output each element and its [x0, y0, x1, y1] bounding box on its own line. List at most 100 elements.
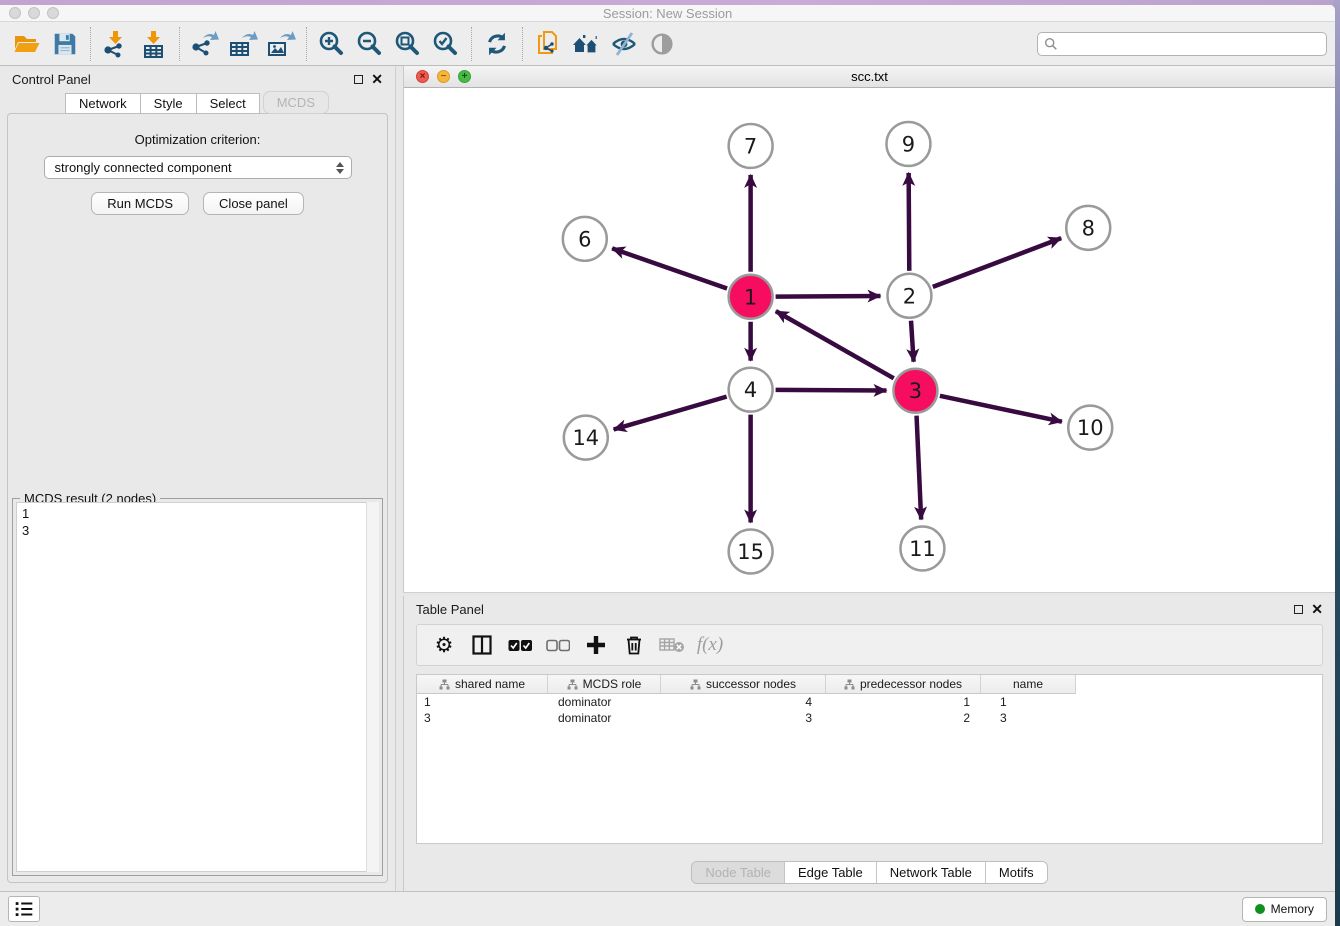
graph-edge-2-3[interactable]	[911, 321, 914, 362]
graph-edge-1-6[interactable]	[612, 248, 727, 288]
table-cell[interactable]: dominator	[548, 711, 661, 725]
tab-mcds[interactable]: MCDS	[263, 91, 329, 114]
maximize-network-icon[interactable]: +	[458, 70, 471, 83]
graph-edge-3-10[interactable]	[940, 396, 1062, 422]
tab-select[interactable]: Select	[196, 93, 260, 114]
add-column-icon[interactable]	[579, 629, 613, 661]
hide-graphics-details-icon[interactable]	[605, 26, 643, 62]
network-canvas[interactable]: 7968124314101511	[404, 88, 1335, 592]
tab-network[interactable]: Network	[65, 93, 141, 114]
result-scrollbar[interactable]	[366, 502, 379, 872]
run-mcds-button[interactable]: Run MCDS	[91, 192, 189, 215]
table-row[interactable]: 3dominator323	[417, 710, 1322, 726]
column-header-shared-name[interactable]: shared name	[417, 675, 548, 694]
show-graphics-details-icon[interactable]	[643, 26, 681, 62]
clone-network-icon[interactable]	[529, 26, 567, 62]
select-all-checkboxes-icon[interactable]	[503, 629, 537, 661]
node-table[interactable]: shared name MCDS role successor nodes prede…	[416, 674, 1323, 844]
deselect-all-checkboxes-icon[interactable]	[541, 629, 575, 661]
graph-edge-2-9[interactable]	[909, 173, 910, 271]
table-cell[interactable]: 1	[417, 695, 548, 709]
graph-edge-3-11[interactable]	[917, 416, 922, 520]
table-cell[interactable]: 2	[826, 711, 981, 725]
window-titlebar: Session: New Session	[0, 5, 1335, 22]
tab-node-table[interactable]: Node Table	[692, 862, 785, 883]
open-session-icon[interactable]	[8, 26, 46, 62]
column-header-MCDS-role[interactable]: MCDS role	[548, 675, 661, 694]
graph-node-label: 3	[909, 379, 922, 403]
save-session-icon[interactable]	[46, 26, 84, 62]
control-panel-title: Control Panel	[12, 72, 91, 87]
function-builder-icon[interactable]: f(x)	[693, 629, 727, 661]
graph-node-label: 7	[744, 134, 757, 158]
delete-table-icon[interactable]	[655, 629, 689, 661]
import-network-icon[interactable]	[97, 26, 135, 62]
memory-button[interactable]: Memory	[1242, 897, 1327, 922]
zoom-in-icon[interactable]	[313, 26, 351, 62]
table-row[interactable]: 1dominator411	[417, 694, 1322, 710]
export-table-icon[interactable]	[224, 26, 262, 62]
search-field[interactable]	[1037, 32, 1327, 56]
column-header-predecessor-nodes[interactable]: predecessor nodes	[826, 675, 981, 694]
export-network-icon[interactable]	[186, 26, 224, 62]
home-networks-icon[interactable]	[567, 26, 605, 62]
table-panel-header: Table Panel ✕	[404, 596, 1335, 622]
close-network-icon[interactable]: ×	[416, 70, 429, 83]
minimize-network-icon[interactable]: −	[437, 70, 450, 83]
window-title: Session: New Session	[0, 6, 1335, 21]
tab-network-table[interactable]: Network Table	[877, 862, 986, 883]
table-cell[interactable]: 1	[981, 695, 1076, 709]
graph-node-label: 11	[909, 537, 936, 561]
network-window-titlebar: × − + scc.txt	[404, 66, 1335, 88]
zoom-fit-icon[interactable]	[389, 26, 427, 62]
tab-motifs[interactable]: Motifs	[986, 862, 1047, 883]
column-header-label: successor nodes	[706, 677, 796, 691]
graph-edge-1-2[interactable]	[776, 296, 881, 297]
split-pane-divider[interactable]	[395, 66, 403, 891]
main-area: Control Panel ✕ NetworkStyleSelectMCDS O…	[0, 66, 1335, 891]
table-cell[interactable]: 3	[981, 711, 1076, 725]
import-table-icon[interactable]	[135, 26, 173, 62]
float-table-panel-icon[interactable]	[1294, 605, 1303, 614]
table-cell[interactable]: 3	[661, 711, 826, 725]
column-header-label: predecessor nodes	[860, 677, 962, 691]
float-panel-icon[interactable]	[354, 75, 363, 84]
zoom-out-icon[interactable]	[351, 26, 389, 62]
graph-node-label: 2	[903, 284, 916, 308]
graph-edge-4-3[interactable]	[776, 390, 887, 391]
optimization-criterion-select[interactable]: strongly connected component	[44, 156, 352, 179]
mcds-result-list[interactable]: 13	[16, 502, 379, 872]
table-panel-title: Table Panel	[416, 602, 484, 617]
zoom-selected-icon[interactable]	[427, 26, 465, 62]
toolbar-separator	[522, 27, 523, 61]
column-header-label: shared name	[455, 677, 525, 691]
tab-edge-table[interactable]: Edge Table	[785, 862, 877, 883]
graph-node-label: 10	[1077, 416, 1104, 440]
tab-style[interactable]: Style	[140, 93, 197, 114]
memory-label: Memory	[1271, 902, 1314, 916]
column-header-name[interactable]: name	[981, 675, 1076, 694]
table-cell[interactable]: 4	[661, 695, 826, 709]
task-history-button[interactable]	[8, 896, 40, 922]
table-cell[interactable]: dominator	[548, 695, 661, 709]
mcds-result-line: 1	[22, 505, 373, 522]
show-columns-icon[interactable]	[465, 629, 499, 661]
table-panel: Table Panel ✕ ⚙ f(x)	[403, 596, 1335, 891]
table-cell[interactable]: 3	[417, 711, 548, 725]
table-options-gear-icon[interactable]: ⚙	[427, 629, 461, 661]
close-panel-icon[interactable]: ✕	[371, 74, 383, 84]
column-header-successor-nodes[interactable]: successor nodes	[661, 675, 826, 694]
close-panel-button[interactable]: Close panel	[203, 192, 304, 215]
graph-node-label: 1	[744, 285, 757, 309]
close-table-panel-icon[interactable]: ✕	[1311, 604, 1323, 614]
refresh-icon[interactable]	[478, 26, 516, 62]
search-input[interactable]	[1063, 36, 1326, 51]
export-image-icon[interactable]	[262, 26, 300, 62]
table-tabs-group: Node TableEdge TableNetwork TableMotifs	[691, 861, 1047, 884]
graph-edge-3-1[interactable]	[776, 311, 894, 378]
dropdown-selected-value: strongly connected component	[55, 160, 232, 175]
delete-column-icon[interactable]	[617, 629, 651, 661]
table-cell[interactable]: 1	[826, 695, 981, 709]
graph-edge-4-14[interactable]	[614, 397, 727, 430]
graph-edge-2-8[interactable]	[933, 238, 1061, 287]
